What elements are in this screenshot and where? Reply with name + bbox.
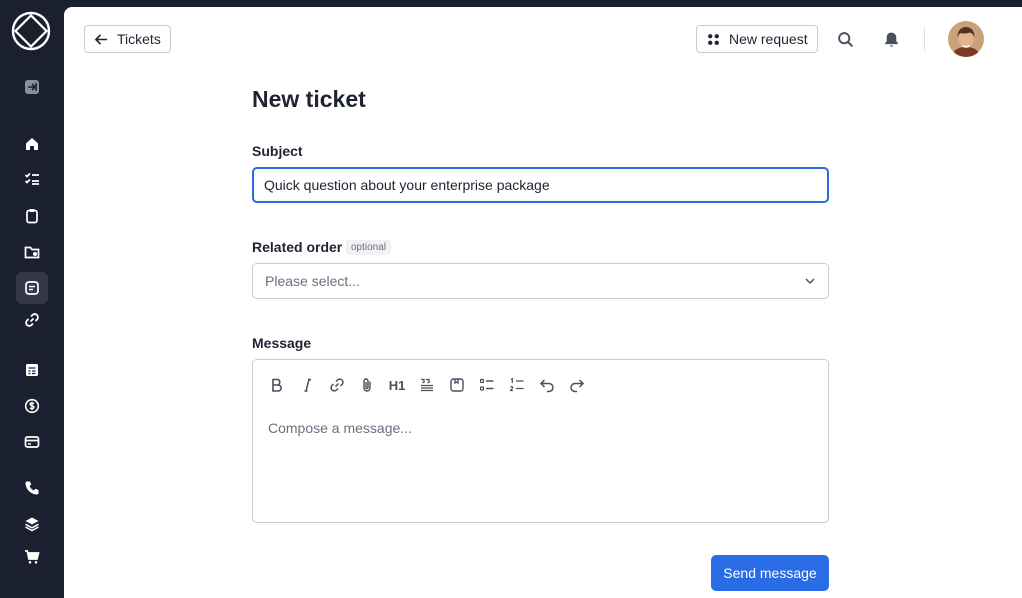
search-icon[interactable] — [833, 27, 857, 51]
message-editor[interactable]: H1 Compose a message... — [252, 359, 829, 523]
clipboard-icon[interactable] — [16, 200, 48, 232]
back-to-tickets-button[interactable]: Tickets — [84, 25, 171, 53]
calendar-icon[interactable] — [16, 354, 48, 386]
subject-label: Subject — [252, 143, 303, 159]
redo-icon[interactable] — [565, 373, 589, 397]
bell-icon[interactable] — [879, 27, 903, 51]
arrow-left-icon — [94, 33, 108, 45]
link-icon[interactable] — [16, 304, 48, 336]
tickets-icon[interactable] — [16, 272, 48, 304]
grid-icon — [708, 33, 719, 45]
main-panel: Tickets New request New ticket Subject R… — [64, 7, 1022, 598]
home-icon[interactable] — [16, 128, 48, 160]
related-order-placeholder: Please select... — [265, 273, 360, 289]
back-button-label: Tickets — [117, 31, 161, 47]
subject-input[interactable] — [252, 167, 829, 203]
attachment-icon[interactable] — [355, 373, 379, 397]
new-request-label: New request — [729, 31, 808, 47]
tasks-icon[interactable] — [16, 163, 48, 195]
dollar-icon[interactable] — [16, 390, 48, 422]
optional-badge: optional — [346, 240, 392, 255]
undo-icon[interactable] — [535, 373, 559, 397]
chevron-down-icon — [805, 278, 815, 285]
heading-1-icon[interactable]: H1 — [385, 373, 409, 397]
bullet-list-icon[interactable] — [475, 373, 499, 397]
card-icon[interactable] — [16, 426, 48, 458]
snippet-icon[interactable] — [445, 373, 469, 397]
link-icon[interactable] — [325, 373, 349, 397]
cart-icon[interactable] — [16, 541, 48, 573]
message-placeholder: Compose a message... — [268, 420, 412, 436]
send-message-button[interactable]: Send message — [711, 555, 829, 591]
italic-icon[interactable] — [295, 373, 319, 397]
layers-icon[interactable] — [16, 508, 48, 540]
page-title: New ticket — [252, 86, 366, 112]
message-label: Message — [252, 335, 312, 351]
bold-icon[interactable] — [265, 373, 289, 397]
phone-icon[interactable] — [16, 472, 48, 504]
avatar[interactable] — [948, 21, 984, 57]
related-order-select[interactable]: Please select... — [252, 263, 829, 299]
numbered-list-icon[interactable] — [505, 373, 529, 397]
related-order-label: Related order — [252, 239, 343, 255]
editor-toolbar: H1 — [265, 373, 589, 397]
sidebar — [0, 0, 64, 598]
logo-icon[interactable] — [11, 11, 51, 51]
header-divider — [924, 26, 925, 52]
quote-icon[interactable] — [415, 373, 439, 397]
collapse-sidebar-icon[interactable] — [16, 71, 48, 103]
new-request-button[interactable]: New request — [696, 25, 818, 53]
folder-icon[interactable] — [16, 236, 48, 268]
